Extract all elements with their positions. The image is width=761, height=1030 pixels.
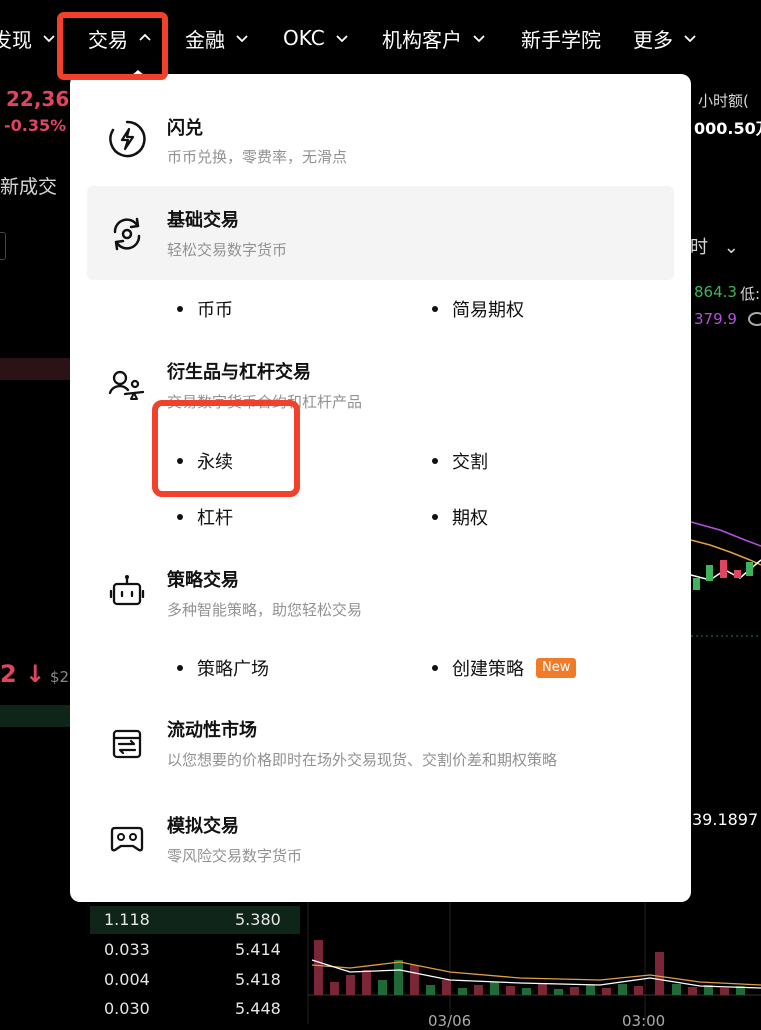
volume-value: 000.50万 [694,119,761,138]
nav-label: 新手学院 [521,27,601,52]
bullet [432,514,438,520]
timeframe-select[interactable]: 时 ⌄ [690,233,739,259]
liquidity-market-icon [112,729,142,759]
nav-discover[interactable]: 发现 [0,22,57,54]
gamepad-icon [110,826,144,852]
submenu-label: 策略广场 [197,659,269,680]
menu-item-desc: 轻松交易数字货币 [167,241,288,259]
basic-trade-icon [113,217,141,251]
orderbook-qty: 1.118 [104,910,150,929]
bullet [432,306,438,312]
chevron-down-icon [236,35,248,43]
nav-label: 更多 [633,27,673,52]
robot-icon [109,575,145,606]
chevron-down-icon [336,35,348,43]
orderbook-qty: 0.033 [104,940,150,959]
highlight-box-trade-nav [57,12,168,80]
bullet [177,306,183,312]
orderbook-row[interactable]: 0.030 5.448 [90,995,300,1023]
submenu-label: 简易期权 [452,300,524,321]
chevron-down-icon [684,35,696,43]
nav-label: 机构客户 [382,27,462,52]
bullet [432,458,438,464]
chevron-down-icon: ⌄ [723,237,739,258]
submenu-spot[interactable]: 币币 [177,296,233,322]
orderbook-price: 5.380 [235,910,281,929]
nav-label: 金融 [185,27,225,52]
menu-item-desc: 以您想要的价格即时在场外交易现货、交割价差和期权策略 [167,751,558,769]
menu-item-strategy[interactable]: 策略交易 多种智能策略，助您轻松交易 [87,548,674,628]
flash-swap-icon [109,120,146,158]
nav-more[interactable]: 更多 [633,22,698,54]
chevron-down-icon [43,35,55,43]
ticker-change: -0.35% [4,116,67,135]
highlight-box-perpetual [152,400,300,497]
orderbook-price: 5.448 [235,999,281,1018]
menu-item-liquidity-market[interactable]: 流动性市场 以您想要的价格即时在场外交易现货、交割价差和期权策略 [87,698,674,778]
bullet [432,665,438,671]
nav-label: 发现 [0,27,32,52]
axis-value: 39.1897 [692,810,759,829]
new-badge: New [536,658,577,678]
time-label: 03:00 [622,1012,666,1030]
ma-value-1: 864.3 [694,283,737,301]
ma-value-2: 379.9 [694,310,737,328]
latest-trades-tab[interactable]: 新成交 [0,172,57,199]
orderbook-qty: 0.004 [104,970,150,989]
nav-academy[interactable]: 新手学院 [521,22,601,54]
menu-item-title: 闪兑 [167,118,203,139]
bullet [177,665,183,671]
eye-icon[interactable] [748,312,761,326]
nav-finance[interactable]: 金融 [185,22,250,54]
volume-label: ⌄ 小时额( [680,84,749,111]
menu-item-demo-trading[interactable]: 模拟交易 零风险交易数字货币 [87,794,674,874]
menu-item-basic-trade[interactable]: 基础交易 轻松交易数字货币 [87,186,674,280]
submenu-easy-options[interactable]: 简易期权 [432,296,524,322]
menu-item-title: 衍生品与杠杆交易 [167,362,311,383]
low-label: 低: [740,285,761,303]
nav-okc[interactable]: OKC [283,22,350,54]
menu-item-title: 模拟交易 [167,816,239,837]
submenu-label: 杠杆 [197,508,233,529]
menu-item-desc: 币币兑换，零费率，无滑点 [167,148,348,166]
menu-item-title: 策略交易 [167,570,239,591]
nav-institutional[interactable]: 机构客户 [382,22,487,54]
orderbook-row[interactable]: 0.004 5.418 [90,966,300,994]
last-price-usd: $2 [50,668,70,686]
menu-item-title: 基础交易 [167,210,239,231]
left-panel-box [0,232,6,260]
submenu-create-strategy[interactable]: 创建策略 New [432,655,577,681]
menu-item-flash-swap[interactable]: 闪兑 币币兑换，零费率，无滑点 [87,94,674,182]
submenu-label: 币币 [197,300,233,321]
submenu-options[interactable]: 期权 [432,504,488,530]
nav-label: OKC [283,26,325,50]
chevron-down-icon [473,35,485,43]
menu-item-title: 流动性市场 [167,720,257,741]
menu-item-desc: 零风险交易数字货币 [167,847,303,865]
orderbook-row[interactable]: 1.118 5.380 [90,906,300,934]
down-arrow-icon: ↓ [25,660,46,688]
orderbook-row[interactable]: 0.033 5.414 [90,936,300,964]
last-price: 2 ↓ [0,660,46,688]
bullet [177,514,183,520]
submenu-label: 期权 [452,508,488,529]
orderbook-qty: 0.030 [104,999,150,1018]
derivatives-icon [108,370,145,400]
orderbook-price: 5.414 [235,940,281,959]
date-label: 03/06 [428,1012,472,1030]
submenu-futures[interactable]: 交割 [432,448,488,474]
sell-depth-bar [0,358,70,380]
submenu-strategy-square[interactable]: 策略广场 [177,655,269,681]
submenu-margin[interactable]: 杠杆 [177,504,233,530]
submenu-label: 创建策略 [452,659,524,680]
menu-item-desc: 多种智能策略，助您轻松交易 [167,601,363,619]
submenu-label: 交割 [452,452,488,473]
buy-depth-bar [0,705,70,727]
orderbook-price: 5.418 [235,970,281,989]
